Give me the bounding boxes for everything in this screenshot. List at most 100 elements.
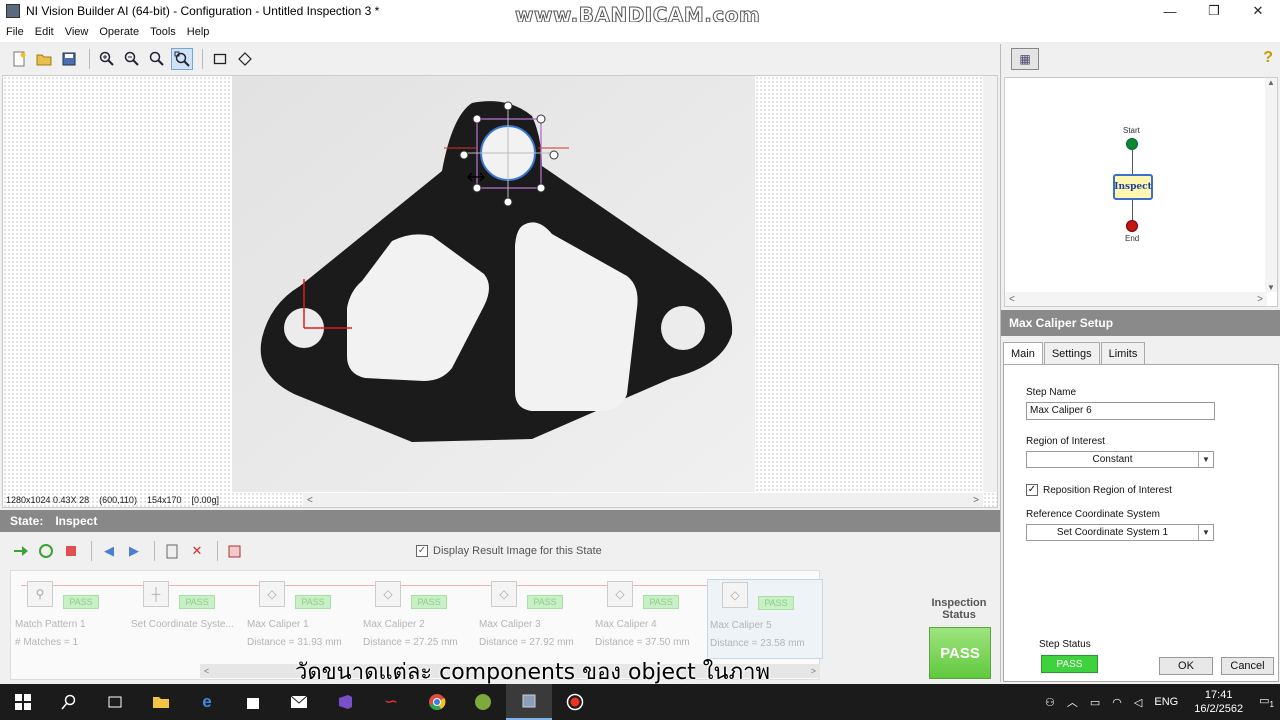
inspection-image[interactable] <box>232 76 755 492</box>
scroll-right-icon[interactable]: > <box>811 666 816 676</box>
run-step-icon[interactable] <box>35 540 57 562</box>
tab-limits[interactable]: Limits <box>1100 342 1146 364</box>
diagram-horizontal-scrollbar[interactable]: < > <box>1005 292 1267 306</box>
visual-studio-icon[interactable] <box>322 684 368 720</box>
flow-inspect-state[interactable]: Inspect <box>1113 174 1153 200</box>
step-name: Max Caliper 1 <box>247 619 309 630</box>
minimize-button[interactable]: — <box>1148 0 1192 22</box>
chevron-down-icon: ▼ <box>1198 525 1213 540</box>
move-left-icon[interactable]: ◀ <box>98 540 120 562</box>
menu-help[interactable]: Help <box>187 26 210 38</box>
cancel-button[interactable]: Cancel <box>1221 657 1274 675</box>
step-max-caliper-5[interactable]: ◇ PASS Max Caliper 5 Distance = 23.58 mm <box>707 579 823 659</box>
step-result: Distance = 23.58 mm <box>710 638 805 649</box>
save-icon[interactable] <box>58 48 80 70</box>
chevron-up-icon[interactable]: ︿ <box>1067 694 1078 710</box>
step-status-badge: PASS <box>527 595 563 609</box>
reposition-roi-checkbox[interactable]: ✓ <box>1026 484 1038 496</box>
image-browser-icon[interactable]: ▦ <box>1011 48 1039 70</box>
flow-start-node[interactable] <box>1126 138 1138 150</box>
roi-select[interactable]: Constant ▼ <box>1026 451 1214 468</box>
close-button[interactable]: ✕ <box>1236 0 1280 22</box>
windows-start-icon[interactable] <box>0 684 46 720</box>
step-status-badge: PASS <box>179 595 215 609</box>
flow-end-label: End <box>1125 234 1140 243</box>
clipboard-icon[interactable] <box>161 540 183 562</box>
step-status-badge: PASS <box>63 595 99 609</box>
help-icon[interactable]: ? <box>1263 49 1273 67</box>
display-result-option[interactable]: ✓ Display Result Image for this State <box>416 545 602 557</box>
title-bar: NI Vision Builder AI (64-bit) - Configur… <box>0 0 1280 28</box>
ref-coord-select[interactable]: Set Coordinate System 1 ▼ <box>1026 524 1214 541</box>
flow-end-node[interactable] <box>1126 220 1138 232</box>
zoom-out-icon[interactable] <box>121 48 143 70</box>
volume-icon[interactable]: ◁ <box>1134 696 1142 709</box>
viewer-vertical-scrollbar[interactable] <box>983 76 997 492</box>
store-icon[interactable] <box>230 684 276 720</box>
file-explorer-icon[interactable] <box>138 684 184 720</box>
zoom-1-to-1-icon[interactable] <box>146 48 168 70</box>
tab-settings[interactable]: Settings <box>1043 342 1100 364</box>
ok-button[interactable]: OK <box>1159 657 1213 675</box>
menu-operate[interactable]: Operate <box>99 26 139 38</box>
tab-main[interactable]: Main <box>1003 342 1043 365</box>
app-red-icon[interactable]: ∽ <box>368 684 414 720</box>
reposition-roi-label: Reposition Region of Interest <box>1043 484 1172 496</box>
step-max-caliper-2[interactable]: ◇ PASS Max Caliper 2 Distance = 27.25 mm <box>361 579 477 659</box>
toolbar-separator <box>217 541 218 561</box>
step-name-input[interactable]: Max Caliper 6 <box>1026 402 1215 420</box>
step-match-pattern-1[interactable]: ⚲ PASS Match Pattern 1 # Matches = 1 <box>13 579 129 659</box>
scroll-left-icon[interactable]: < <box>204 666 209 676</box>
menu-edit[interactable]: Edit <box>35 26 54 38</box>
stop-icon[interactable] <box>60 540 82 562</box>
diagram-vertical-scrollbar[interactable]: ▲ ▼ <box>1265 78 1277 292</box>
step-name: Max Caliper 4 <box>595 619 657 630</box>
task-view-icon[interactable] <box>92 684 138 720</box>
people-icon[interactable]: ⚇ <box>1045 696 1055 709</box>
step-max-caliper-1[interactable]: ◇ PASS Max Caliper 1 Distance = 31.93 mm <box>245 579 361 659</box>
rotated-rectangle-roi-icon[interactable] <box>234 48 256 70</box>
state-label: State: <box>10 514 44 528</box>
clock-time: 17:41 <box>1204 689 1233 701</box>
maximize-button[interactable]: ❐ <box>1192 0 1236 22</box>
language-indicator[interactable]: ENG <box>1154 696 1178 708</box>
delete-icon[interactable]: ✕ <box>186 540 208 562</box>
record-icon[interactable] <box>552 684 598 720</box>
scroll-left-icon[interactable]: < <box>307 495 313 506</box>
wifi-icon[interactable]: ◠ <box>1112 696 1122 709</box>
chrome-icon[interactable] <box>414 684 460 720</box>
android-icon[interactable] <box>460 684 506 720</box>
reposition-roi-option[interactable]: ✓ Reposition Region of Interest <box>1026 484 1172 496</box>
step-max-caliper-3[interactable]: ◇ PASS Max Caliper 3 Distance = 27.92 mm <box>477 579 593 659</box>
edge-browser-icon[interactable]: e <box>184 684 230 720</box>
search-icon[interactable] <box>46 684 92 720</box>
clock[interactable]: 17:41 16/2/2562 <box>1194 688 1243 716</box>
roi-label: Region of Interest <box>1026 436 1105 447</box>
display-result-checkbox[interactable]: ✓ <box>416 545 428 557</box>
vision-builder-taskbar-icon[interactable] <box>506 684 552 720</box>
step-max-caliper-4[interactable]: ◇ PASS Max Caliper 4 Distance = 37.50 mm <box>593 579 709 659</box>
scroll-right-icon[interactable]: > <box>973 495 979 506</box>
step-set-coordinate-system[interactable]: ┼ PASS Set Coordinate Syste... <box>129 579 245 659</box>
menu-file[interactable]: File <box>6 26 24 38</box>
setup-tabs: Main Settings Limits <box>1001 342 1280 365</box>
zoom-in-icon[interactable] <box>96 48 118 70</box>
menu-view[interactable]: View <box>65 26 89 38</box>
rectangle-roi-icon[interactable] <box>209 48 231 70</box>
mail-icon[interactable] <box>276 684 322 720</box>
display-result-label: Display Result Image for this State <box>433 545 602 557</box>
system-tray: ⚇ ︿ ▭ ◠ ◁ ENG 17:41 16/2/2562 ▭1 <box>1039 684 1280 720</box>
image-viewer[interactable]: < > 1280x1024 0.43X 28 (600,110) 154x170… <box>2 75 998 508</box>
move-right-icon[interactable]: ▶ <box>123 540 145 562</box>
step-name: Set Coordinate Syste... <box>131 619 234 630</box>
battery-icon[interactable]: ▭ <box>1090 696 1100 709</box>
open-folder-icon[interactable] <box>33 48 55 70</box>
viewer-horizontal-scrollbar[interactable]: < > <box>303 493 983 507</box>
menu-tools[interactable]: Tools <box>150 26 176 38</box>
notification-icon[interactable]: ▭1 <box>1259 694 1274 709</box>
zoom-fit-icon[interactable] <box>171 48 193 70</box>
export-icon[interactable] <box>224 540 246 562</box>
new-file-icon[interactable] <box>8 48 30 70</box>
step-name: Match Pattern 1 <box>15 619 86 630</box>
add-step-icon[interactable] <box>10 540 32 562</box>
